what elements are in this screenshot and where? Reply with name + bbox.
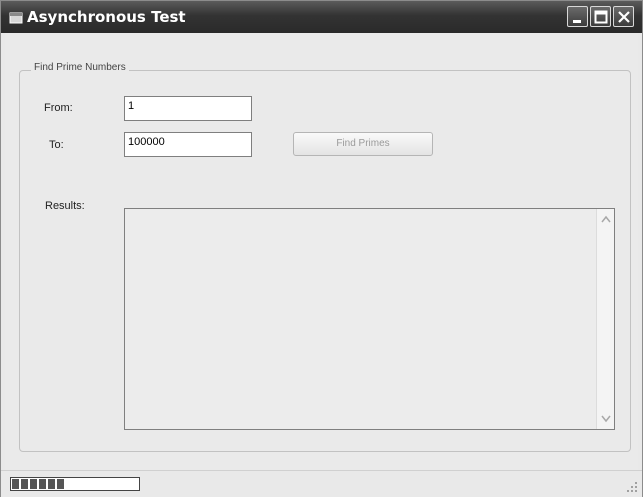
- minimize-icon: [573, 20, 581, 23]
- to-input[interactable]: 100000: [124, 132, 252, 157]
- app-icon: [9, 12, 23, 24]
- resize-grip-icon[interactable]: [626, 481, 638, 493]
- progress-bar: [10, 477, 140, 491]
- progress-bar-fill: [12, 479, 65, 489]
- find-primes-button[interactable]: Find Primes: [293, 132, 433, 156]
- results-textarea[interactable]: [124, 208, 615, 430]
- maximize-icon: [594, 10, 608, 24]
- scroll-up-icon[interactable]: [598, 211, 614, 228]
- from-label: From:: [44, 102, 73, 114]
- to-label: To:: [49, 139, 64, 151]
- close-icon: [618, 11, 630, 23]
- maximize-button[interactable]: [590, 6, 611, 27]
- results-scrollbar[interactable]: [596, 209, 614, 429]
- groupbox-legend: Find Prime Numbers: [31, 62, 129, 73]
- app-window: Asynchronous Test Find Prime Numbers Fro…: [0, 0, 643, 497]
- scroll-down-icon[interactable]: [598, 410, 614, 427]
- status-bar: [1, 470, 642, 497]
- from-input[interactable]: 1: [124, 96, 252, 121]
- close-button[interactable]: [613, 6, 634, 27]
- results-label: Results:: [45, 200, 85, 212]
- window-title: Asynchronous Test: [27, 8, 186, 26]
- minimize-button[interactable]: [567, 6, 588, 27]
- title-bar[interactable]: Asynchronous Test: [1, 1, 642, 33]
